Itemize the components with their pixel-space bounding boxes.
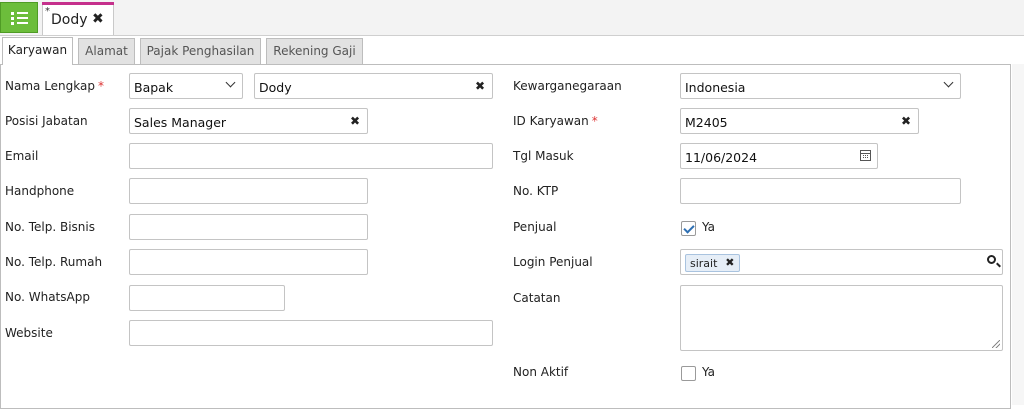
tab-pajak-penghasilan[interactable]: Pajak Penghasilan	[140, 38, 261, 64]
id-karyawan-label: ID Karyawan *	[513, 114, 598, 128]
tgl-masuk-label: Tgl Masuk	[513, 149, 574, 163]
tgl-masuk-date-input[interactable]: 11/06/2024	[680, 143, 878, 169]
posisi-jabatan-label: Posisi Jabatan	[5, 114, 88, 128]
checkmark-icon	[683, 222, 695, 234]
tag-chip-label: sirait	[690, 257, 718, 270]
title-select[interactable]: Bapak	[129, 73, 243, 99]
chevron-down-icon	[225, 77, 236, 88]
search-icon[interactable]	[987, 255, 996, 264]
modified-marker: *	[45, 6, 50, 17]
penjual-option-label: Ya	[702, 220, 716, 234]
non-aktif-option-label: Ya	[702, 365, 716, 379]
handphone-label: Handphone	[5, 184, 75, 198]
document-tab-bar: * Dody ✖	[0, 0, 1024, 36]
handphone-field[interactable]	[129, 178, 368, 204]
nama-lengkap-label: Nama Lengkap *	[5, 79, 104, 93]
login-penjual-label: Login Penjual	[513, 255, 593, 269]
whatsapp-label: No. WhatsApp	[5, 290, 90, 304]
posisi-jabatan-input[interactable]: Sales Manager ✖	[129, 108, 368, 134]
tag-chip: sirait ✖	[685, 254, 741, 272]
chevron-down-icon	[943, 77, 954, 88]
tab-rekening-gaji[interactable]: Rekening Gaji	[266, 38, 363, 64]
telp-rumah-label: No. Telp. Rumah	[5, 255, 103, 269]
close-icon[interactable]: ✖	[92, 11, 104, 27]
kewarganegaraan-value: Indonesia	[685, 80, 746, 95]
catatan-label: Catatan	[513, 291, 561, 305]
id-karyawan-value: M2405	[685, 115, 728, 130]
document-tab-dody[interactable]: * Dody ✖	[42, 2, 114, 35]
kewarganegaraan-select[interactable]: Indonesia	[680, 73, 961, 99]
email-field[interactable]	[129, 143, 493, 169]
telp-rumah-field[interactable]	[129, 249, 368, 275]
nama-lengkap-value: Dody	[259, 80, 292, 95]
non-aktif-checkbox[interactable]	[681, 366, 696, 381]
nama-lengkap-input[interactable]: Dody ✖	[254, 73, 493, 99]
tab-karyawan[interactable]: Karyawan	[2, 37, 73, 65]
calendar-icon[interactable]	[860, 150, 871, 161]
clear-icon[interactable]: ✖	[475, 79, 485, 93]
title-select-value: Bapak	[134, 80, 174, 95]
tab-alamat[interactable]: Alamat	[78, 38, 135, 64]
whatsapp-field[interactable]	[129, 285, 285, 311]
kewarganegaraan-label: Kewarganegaraan	[513, 79, 622, 93]
no-ktp-label: No. KTP	[513, 184, 559, 198]
website-label: Website	[5, 326, 53, 340]
non-aktif-label: Non Aktif	[513, 365, 569, 379]
catatan-textarea[interactable]	[680, 285, 1003, 351]
clear-icon[interactable]: ✖	[350, 114, 360, 128]
required-marker: *	[591, 114, 598, 128]
telp-bisnis-label: No. Telp. Bisnis	[5, 220, 95, 234]
login-penjual-tag-input[interactable]: sirait ✖	[680, 249, 1003, 275]
telp-bisnis-field[interactable]	[129, 214, 368, 240]
vertical-scrollbar[interactable]	[1012, 64, 1024, 405]
tgl-masuk-value: 11/06/2024	[685, 150, 758, 165]
posisi-jabatan-value: Sales Manager	[134, 115, 227, 130]
penjual-checkbox[interactable]	[681, 221, 696, 236]
menu-list-button[interactable]	[0, 2, 38, 33]
document-tab-title: Dody	[51, 12, 88, 28]
clear-icon[interactable]: ✖	[901, 114, 911, 128]
email-label: Email	[5, 149, 39, 163]
website-field[interactable]	[129, 320, 493, 346]
required-marker: *	[97, 79, 104, 93]
id-karyawan-input[interactable]: M2405 ✖	[680, 108, 919, 134]
no-ktp-field[interactable]	[680, 178, 961, 204]
resize-handle-icon[interactable]	[992, 340, 1000, 348]
active-tab-highlight	[42, 2, 114, 5]
penjual-label: Penjual	[513, 220, 557, 234]
remove-tag-icon[interactable]: ✖	[725, 256, 734, 269]
